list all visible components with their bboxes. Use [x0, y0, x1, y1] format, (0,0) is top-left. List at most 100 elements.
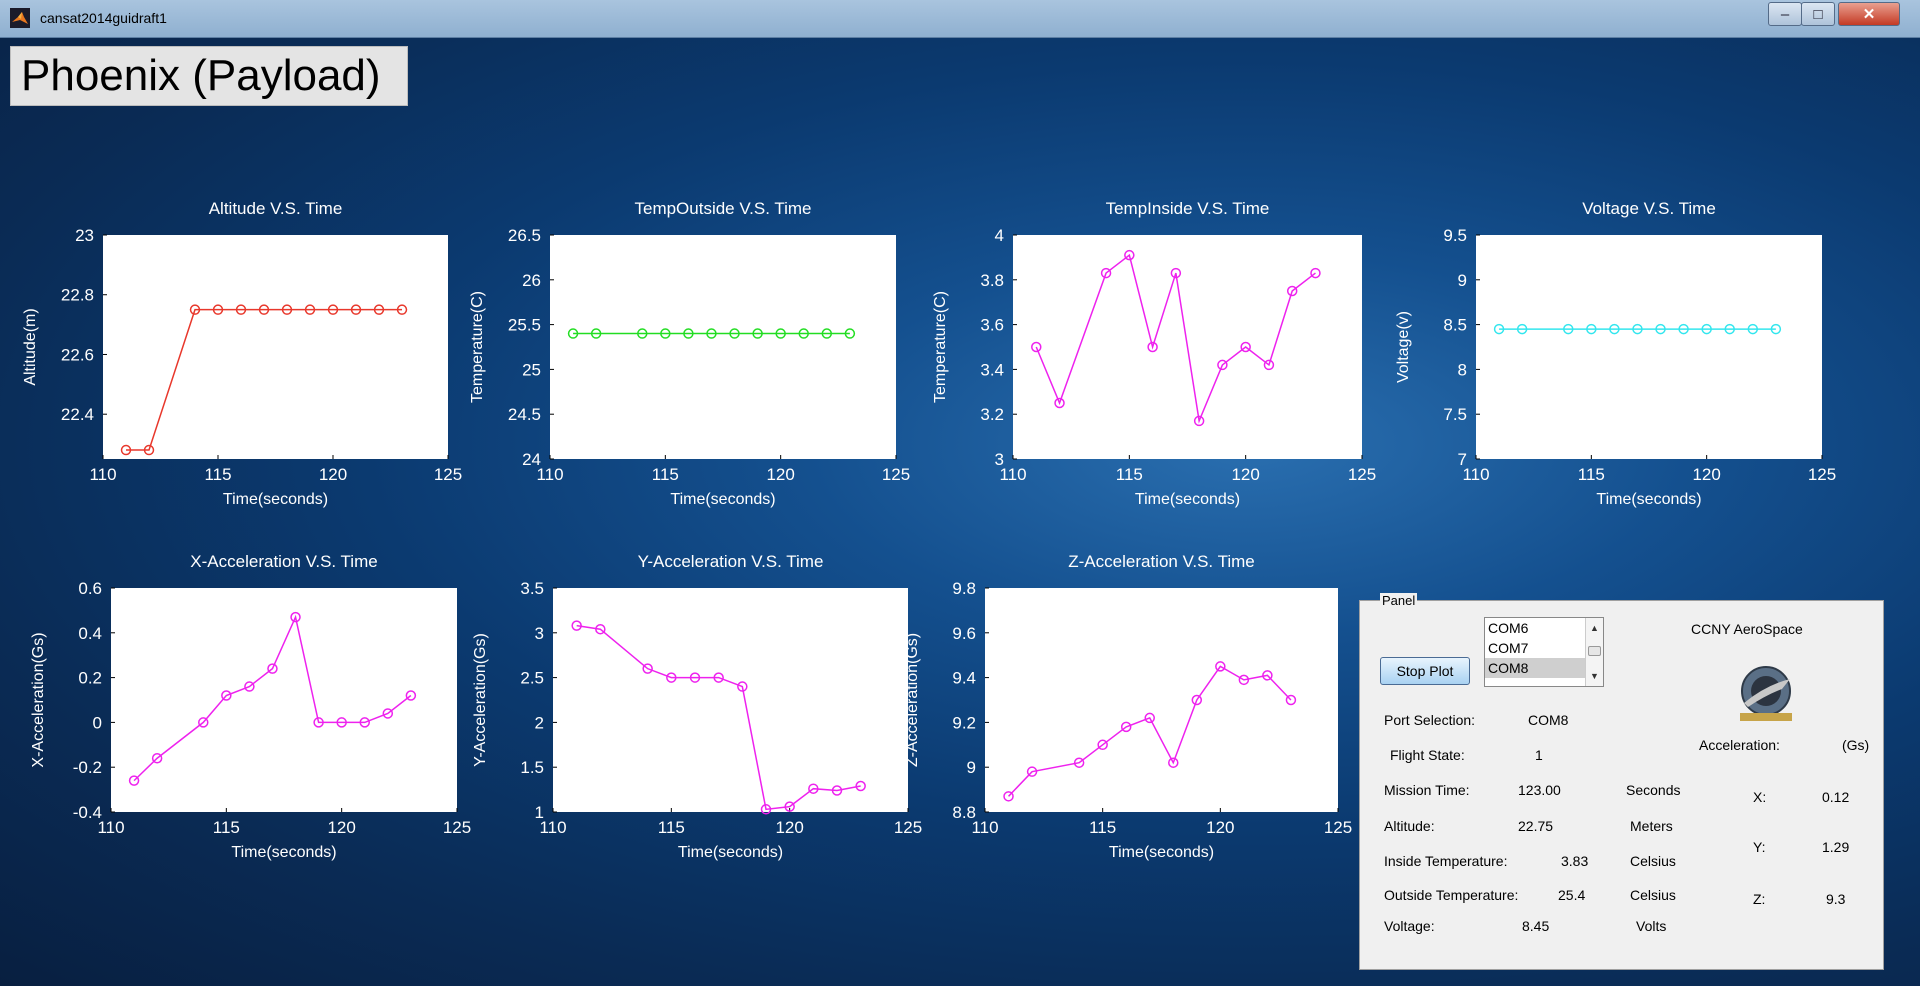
chart5-y-tick-label: -0.2 — [73, 758, 102, 777]
chart5-y-axis-label: X-Acceleration(Gs) — [30, 632, 47, 767]
chart1-y-tick-label: 23 — [75, 226, 94, 245]
chart2-x-tick-label: 115 — [652, 465, 679, 484]
chart6-title: Y-Acceleration V.S. Time — [638, 552, 824, 571]
flight-state-value: 1 — [1535, 747, 1543, 763]
chart4-y-tick-label: 7.5 — [1443, 405, 1467, 424]
chart2-y-tick-label: 26 — [522, 271, 541, 290]
mission-time-unit: Seconds — [1626, 782, 1681, 798]
chart5-x-tick-label: 120 — [327, 818, 355, 837]
chart7-y-tick-label: 9.8 — [952, 579, 976, 598]
org-name: CCNY AeroSpace — [1691, 621, 1803, 637]
altitude-unit: Meters — [1630, 818, 1673, 834]
scroll-up-arrow-icon[interactable]: ▲ — [1586, 620, 1603, 636]
x-accel-label: X: — [1753, 789, 1767, 805]
chart6-x-tick-label: 120 — [775, 818, 803, 837]
chart2-y-tick-label: 24.5 — [508, 405, 541, 424]
port-option-selected[interactable]: COM8 — [1485, 658, 1585, 678]
altitude-label: Altitude: — [1384, 818, 1435, 834]
stop-plot-button[interactable]: Stop Plot — [1380, 657, 1470, 685]
chart4-y-axis-label: Voltage(v) — [1395, 311, 1412, 383]
chart7-x-tick-label: 115 — [1089, 818, 1116, 837]
chart7-y-tick-label: 9.2 — [952, 713, 976, 732]
chart5-y-tick-label: 0.4 — [78, 624, 102, 643]
chart2-plot-area — [550, 235, 896, 459]
chart2-y-axis-label: Temperature(C) — [469, 291, 486, 403]
chart7-y-tick-label: 9 — [967, 758, 976, 777]
chart2-x-axis-label: Time(seconds) — [670, 491, 775, 508]
chart6-x-tick-label: 125 — [894, 818, 922, 837]
chart1-y-tick-label: 22.8 — [61, 286, 94, 305]
outside-temp-unit: Celsius — [1630, 887, 1676, 903]
x-accel-value: 0.12 — [1822, 789, 1850, 805]
z-accel-value: 9.3 — [1826, 891, 1846, 907]
chart2-y-tick-label: 26.5 — [508, 226, 541, 245]
chart7-y-tick-label: 9.6 — [952, 624, 976, 643]
chart2-x-tick-label: 120 — [766, 465, 794, 484]
chart1-x-tick-label: 120 — [319, 465, 347, 484]
chart7-title: Z-Acceleration V.S. Time — [1068, 552, 1254, 571]
chart5-y-tick-label: 0 — [93, 713, 102, 732]
chart1-x-tick-label: 115 — [204, 465, 231, 484]
chart3-y-tick-label: 3.8 — [980, 271, 1004, 290]
voltage-label: Voltage: — [1384, 918, 1435, 934]
chart5-x-tick-label: 125 — [443, 818, 471, 837]
mission-time-value: 123.00 — [1518, 782, 1561, 798]
chart1-plot-area — [103, 235, 448, 459]
chart3-y-tick-label: 3.4 — [980, 360, 1004, 379]
chart1-y-tick-label: 22.6 — [61, 345, 94, 364]
acceleration-unit: (Gs) — [1842, 737, 1870, 753]
chart2-x-tick-label: 125 — [882, 465, 910, 484]
listbox-scrollbar[interactable]: ▲ ▼ — [1585, 618, 1603, 686]
chart7-plot-area — [985, 588, 1338, 812]
chart3-x-tick-label: 120 — [1231, 465, 1259, 484]
chart1-x-axis-label: Time(seconds) — [223, 491, 328, 508]
chart1-y-axis-label: Altitude(m) — [22, 308, 39, 385]
chart7-x-axis-label: Time(seconds) — [1109, 844, 1214, 861]
outside-temp-label: Outside Temperature: — [1384, 887, 1519, 903]
port-listbox[interactable]: COM6 COM7 COM8 ▲ ▼ — [1484, 617, 1604, 687]
chart6-y-axis-label: Y-Acceleration(Gs) — [472, 633, 489, 767]
chart6-x-tick-label: 115 — [658, 818, 685, 837]
scroll-thumb[interactable] — [1588, 646, 1601, 656]
telemetry-panel: Panel Stop Plot COM6 COM7 COM8 ▲ ▼ CCNY … — [1359, 593, 1884, 970]
chart7-y-axis-label: Z-Acceleration(Gs) — [904, 633, 921, 767]
chart4-y-tick-label: 8.5 — [1443, 316, 1467, 335]
y-accel-label: Y: — [1753, 839, 1766, 855]
chart4-y-tick-label: 9.5 — [1443, 226, 1467, 245]
chart6-y-tick-label: 2 — [535, 713, 544, 732]
mission-time-label: Mission Time: — [1384, 782, 1470, 798]
chart3-title: TempInside V.S. Time — [1106, 199, 1270, 218]
chart4-y-tick-label: 7 — [1458, 450, 1467, 469]
scroll-down-arrow-icon[interactable]: ▼ — [1586, 668, 1603, 684]
chart6-y-tick-label: 3.5 — [520, 579, 544, 598]
chart5-y-tick-label: 0.6 — [78, 579, 102, 598]
panel-legend: Panel — [1380, 593, 1418, 608]
inside-temp-label: Inside Temperature: — [1384, 853, 1508, 869]
chart2-title: TempOutside V.S. Time — [634, 199, 811, 218]
flight-state-label: Flight State: — [1390, 747, 1465, 763]
chart6-y-tick-label: 2.5 — [520, 669, 544, 688]
chart6-x-axis-label: Time(seconds) — [678, 844, 783, 861]
altitude-value: 22.75 — [1518, 818, 1554, 834]
port-option[interactable]: COM7 — [1485, 638, 1585, 658]
chart1-y-tick-label: 22.4 — [61, 405, 94, 424]
chart3-x-tick-label: 125 — [1348, 465, 1376, 484]
chart5-y-tick-label: -0.4 — [73, 803, 102, 822]
chart4-y-tick-label: 9 — [1458, 271, 1467, 290]
y-accel-value: 1.29 — [1822, 839, 1850, 855]
chart4-x-axis-label: Time(seconds) — [1596, 491, 1701, 508]
chart7-y-tick-label: 9.4 — [952, 669, 976, 688]
chart1-title: Altitude V.S. Time — [209, 199, 343, 218]
z-accel-label: Z: — [1753, 891, 1766, 907]
chart5-x-axis-label: Time(seconds) — [231, 844, 336, 861]
chart3-y-tick-label: 4 — [995, 226, 1004, 245]
chart3-y-tick-label: 3.6 — [980, 316, 1004, 335]
chart3-x-tick-label: 115 — [1116, 465, 1143, 484]
port-option[interactable]: COM6 — [1485, 618, 1585, 638]
chart2-y-tick-label: 25.5 — [508, 316, 541, 335]
chart6-y-tick-label: 1.5 — [520, 758, 544, 777]
inside-temp-unit: Celsius — [1630, 853, 1676, 869]
inside-temp-value: 3.83 — [1561, 853, 1589, 869]
chart5-x-tick-label: 115 — [213, 818, 240, 837]
chart6-plot-area — [553, 588, 908, 812]
